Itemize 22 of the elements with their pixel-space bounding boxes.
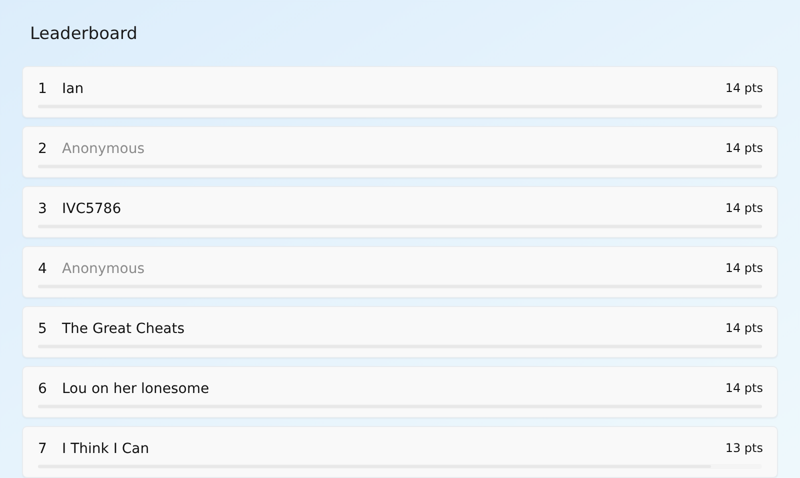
points-label: 14 pts	[725, 80, 763, 96]
rank-number: 6	[38, 380, 48, 399]
page-title: Leaderboard	[30, 23, 138, 46]
points-label: 14 pts	[725, 320, 763, 336]
rank-number: 5	[38, 320, 48, 339]
player-name: Lou on her lonesome	[62, 380, 210, 399]
player-name: Anonymous	[62, 260, 145, 279]
player-name: I Think I Can	[62, 440, 150, 459]
rank-number: 1	[38, 80, 48, 99]
rank-number: 7	[38, 440, 48, 459]
points-label: 14 pts	[725, 200, 763, 216]
points-label: 14 pts	[725, 260, 763, 276]
points-label: 14 pts	[725, 380, 763, 396]
rank-number: 4	[38, 260, 48, 279]
player-name: The Great Cheats	[62, 320, 185, 339]
player-name: IVC5786	[62, 200, 122, 219]
points-label: 14 pts	[725, 140, 763, 156]
rank-number: 2	[38, 140, 48, 159]
points-label: 13 pts	[725, 440, 763, 456]
player-name: Anonymous	[62, 140, 145, 159]
player-name: Ian	[62, 80, 84, 99]
rank-number: 3	[38, 200, 48, 219]
